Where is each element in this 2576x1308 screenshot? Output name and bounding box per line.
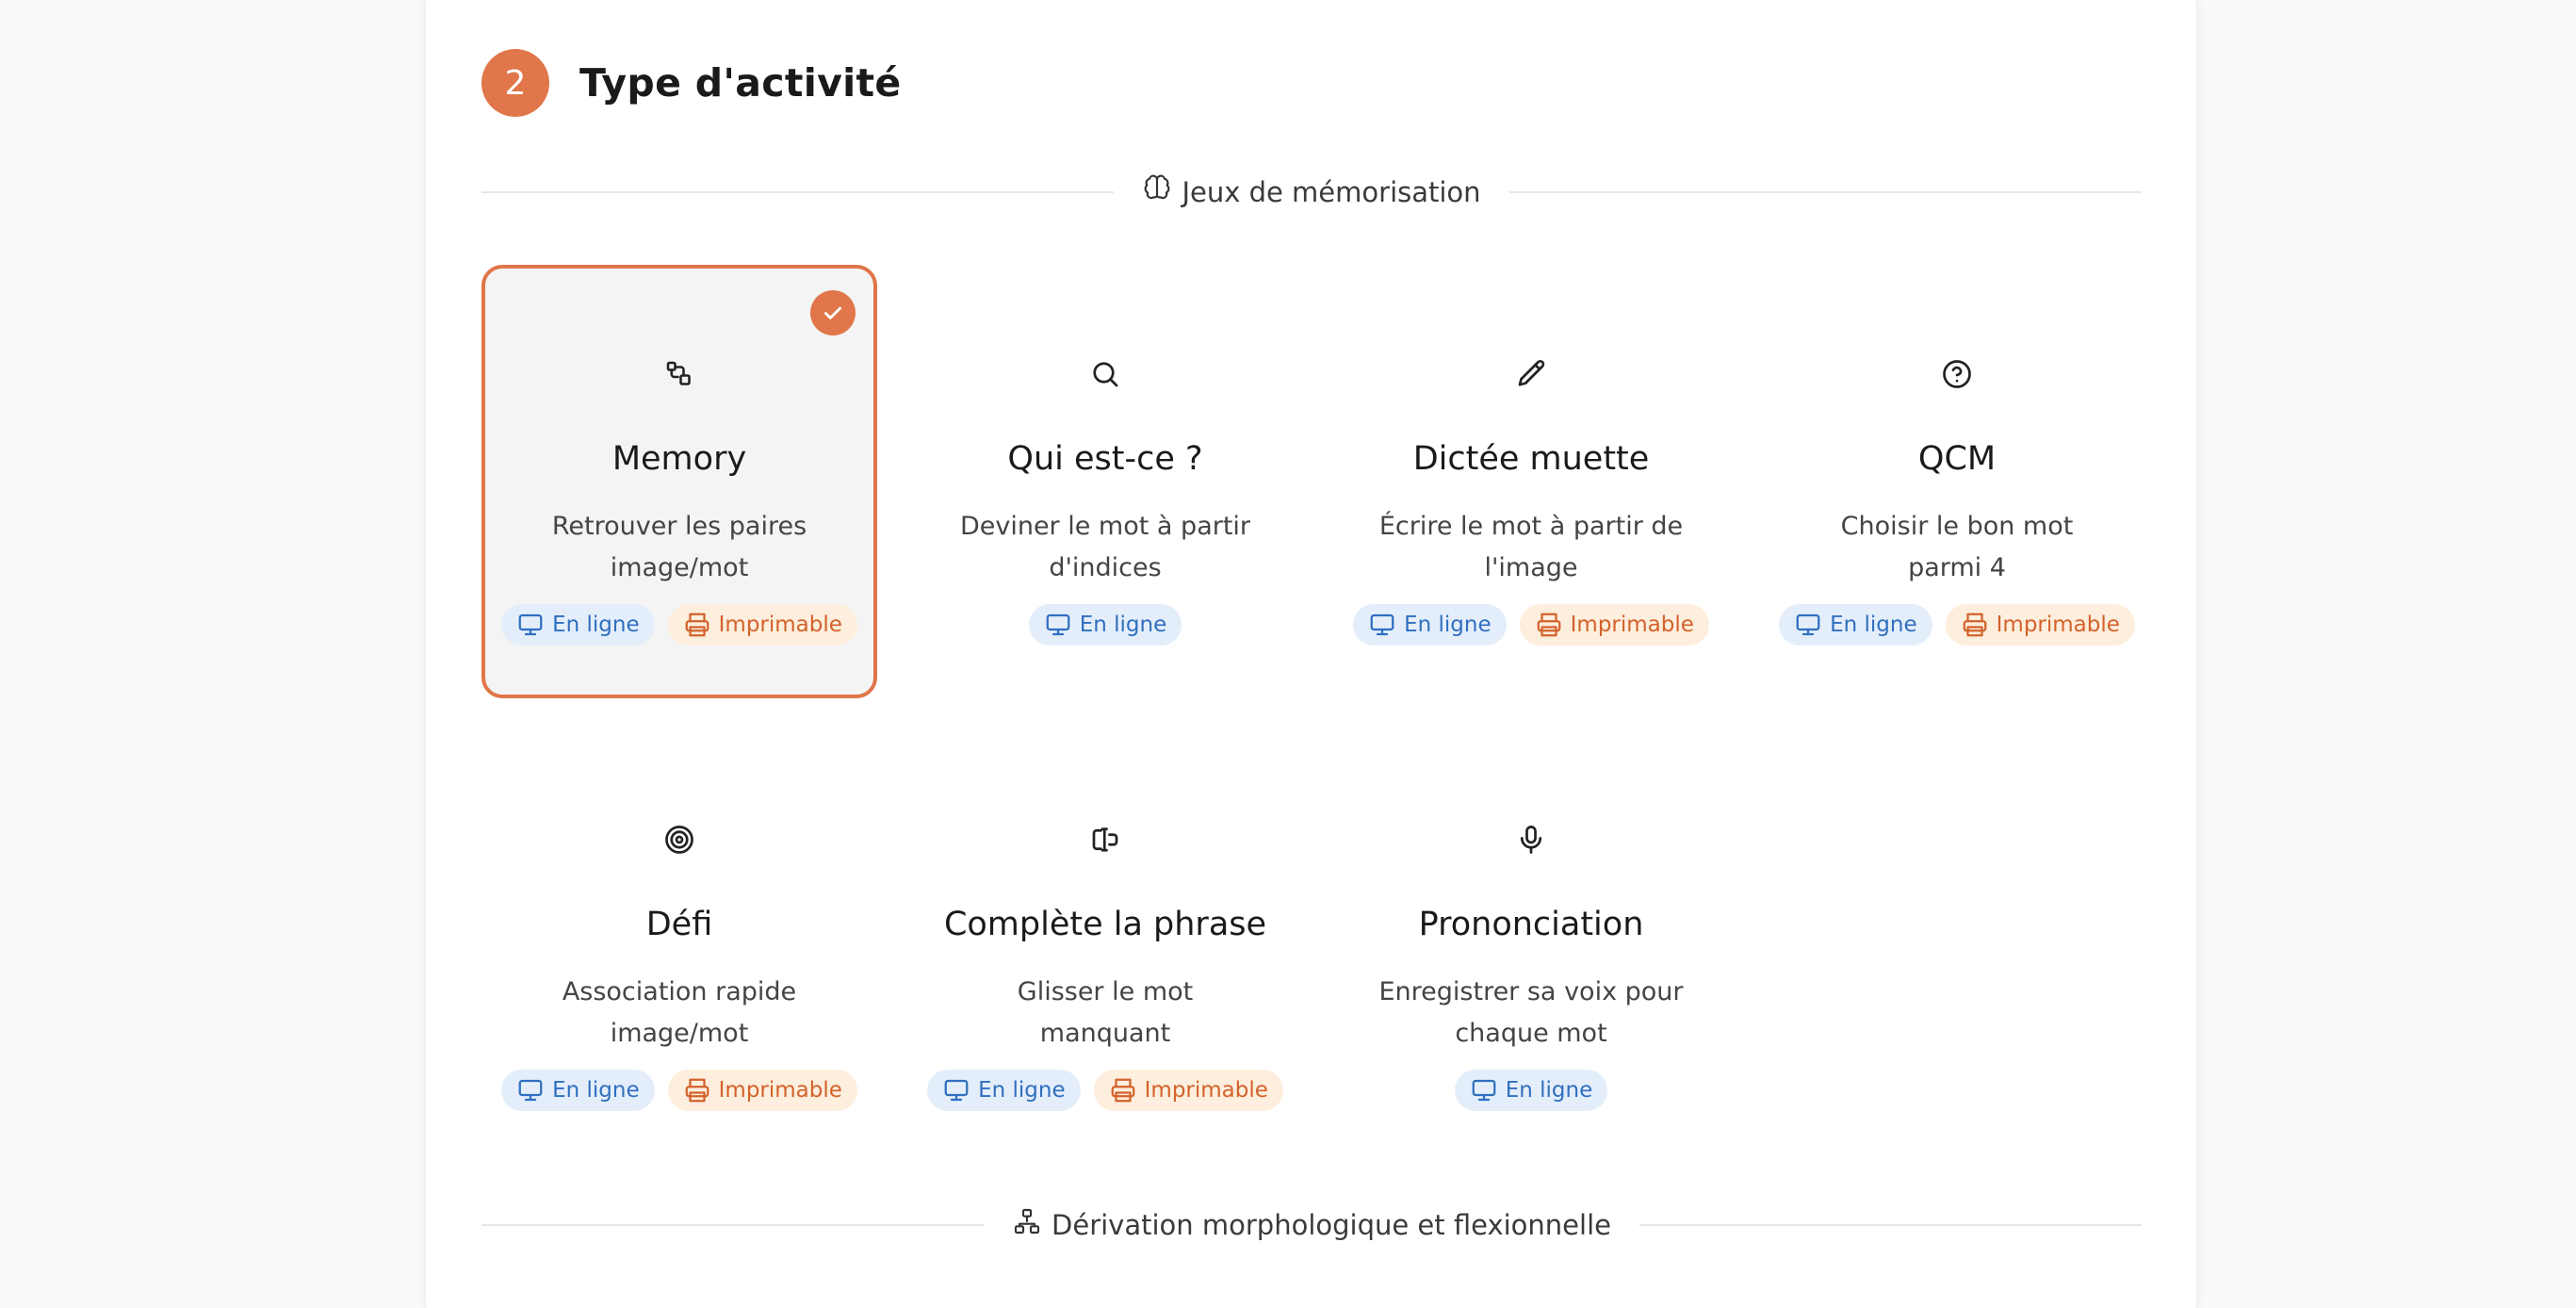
activity-card-defi[interactable]: Défi Association rapide image/mot En lig… [481,730,877,1164]
printer-icon [1963,613,1986,637]
activity-card-qcm[interactable]: QCM Choisir le bon mot parmi 4 En ligne … [1759,265,2155,698]
activity-description: Retrouver les paires image/mot [551,512,807,582]
activity-name: QCM [1917,440,1997,478]
printer-icon [1111,1078,1134,1103]
microphone-icon [1514,823,1548,857]
activity-name: Dictée muette [1412,440,1650,478]
monitor-icon [944,1079,969,1102]
brain-icon [1142,173,1172,210]
online-badge: En ligne [1028,604,1182,646]
printable-badge: Imprimable [667,604,857,646]
shapes-icon [662,357,696,391]
activity-description: Enregistrer sa voix pour chaque mot [1378,977,1684,1048]
printable-badge: Imprimable [1945,604,2135,646]
printable-badge: Imprimable [667,1070,857,1111]
step-header: 2 Type d'activité [481,49,901,117]
activity-description: Choisir le bon mot parmi 4 [1840,512,2074,582]
activity-card-prononciation[interactable]: Prononciation Enregistrer sa voix pour c… [1333,730,1729,1164]
monitor-icon [1472,1079,1496,1102]
printer-icon [685,1078,709,1103]
activity-description: Deviner le mot à partir d'indices [959,512,1251,582]
step-number-badge: 2 [481,49,549,117]
network-icon [1012,1206,1042,1243]
section-label: Jeux de mémorisation [1182,175,1481,208]
activity-description: Association rapide image/mot [562,977,797,1048]
target-icon [662,823,696,857]
online-badge: En ligne [1454,1070,1608,1111]
activity-name: Défi [645,906,713,943]
selected-check-icon [810,290,856,335]
printable-badge: Imprimable [1093,1070,1283,1111]
text-cursor-input-icon [1088,823,1122,857]
search-icon [1088,357,1122,391]
activity-name: Qui est-ce ? [1007,440,1203,478]
monitor-icon [1046,613,1070,636]
activity-description: Écrire le mot à partir de l'image [1378,512,1684,582]
online-badge: En ligne [1353,604,1507,646]
monitor-icon [1370,613,1394,636]
online-badge: En ligne [501,604,655,646]
activity-description: Glisser le mot manquant [1017,977,1194,1048]
online-badge: En ligne [1779,604,1932,646]
activity-type-panel: 2 Type d'activité Jeux de mémorisation M… [425,0,2197,1308]
activity-name: Memory [611,440,747,478]
activity-card-complete-la-phrase[interactable]: Complète la phrase Glisser le mot manqua… [907,730,1303,1164]
monitor-icon [1796,613,1820,636]
printer-icon [1537,613,1560,637]
printer-icon [685,613,709,637]
monitor-icon [518,613,543,636]
activity-card-qui-est-ce[interactable]: Qui est-ce ? Deviner le mot à partir d'i… [907,265,1303,698]
section-divider-memorisation: Jeux de mémorisation [481,173,2142,210]
step-title: Type d'activité [579,60,902,106]
help-circle-icon [1940,357,1974,391]
printable-badge: Imprimable [1519,604,1709,646]
pencil-icon [1514,357,1548,391]
activity-card-memory[interactable]: Memory Retrouver les paires image/mot En… [481,265,877,698]
monitor-icon [518,1079,543,1102]
activity-card-dictee-muette[interactable]: Dictée muette Écrire le mot à partir de … [1333,265,1729,698]
section-divider-derivation: Dérivation morphologique et flexionnelle [481,1206,2142,1243]
online-badge: En ligne [927,1070,1081,1111]
section-label: Dérivation morphologique et flexionnelle [1052,1208,1611,1241]
online-badge: En ligne [501,1070,655,1111]
activity-name: Prononciation [1418,906,1644,943]
activity-name: Complète la phrase [943,906,1267,943]
